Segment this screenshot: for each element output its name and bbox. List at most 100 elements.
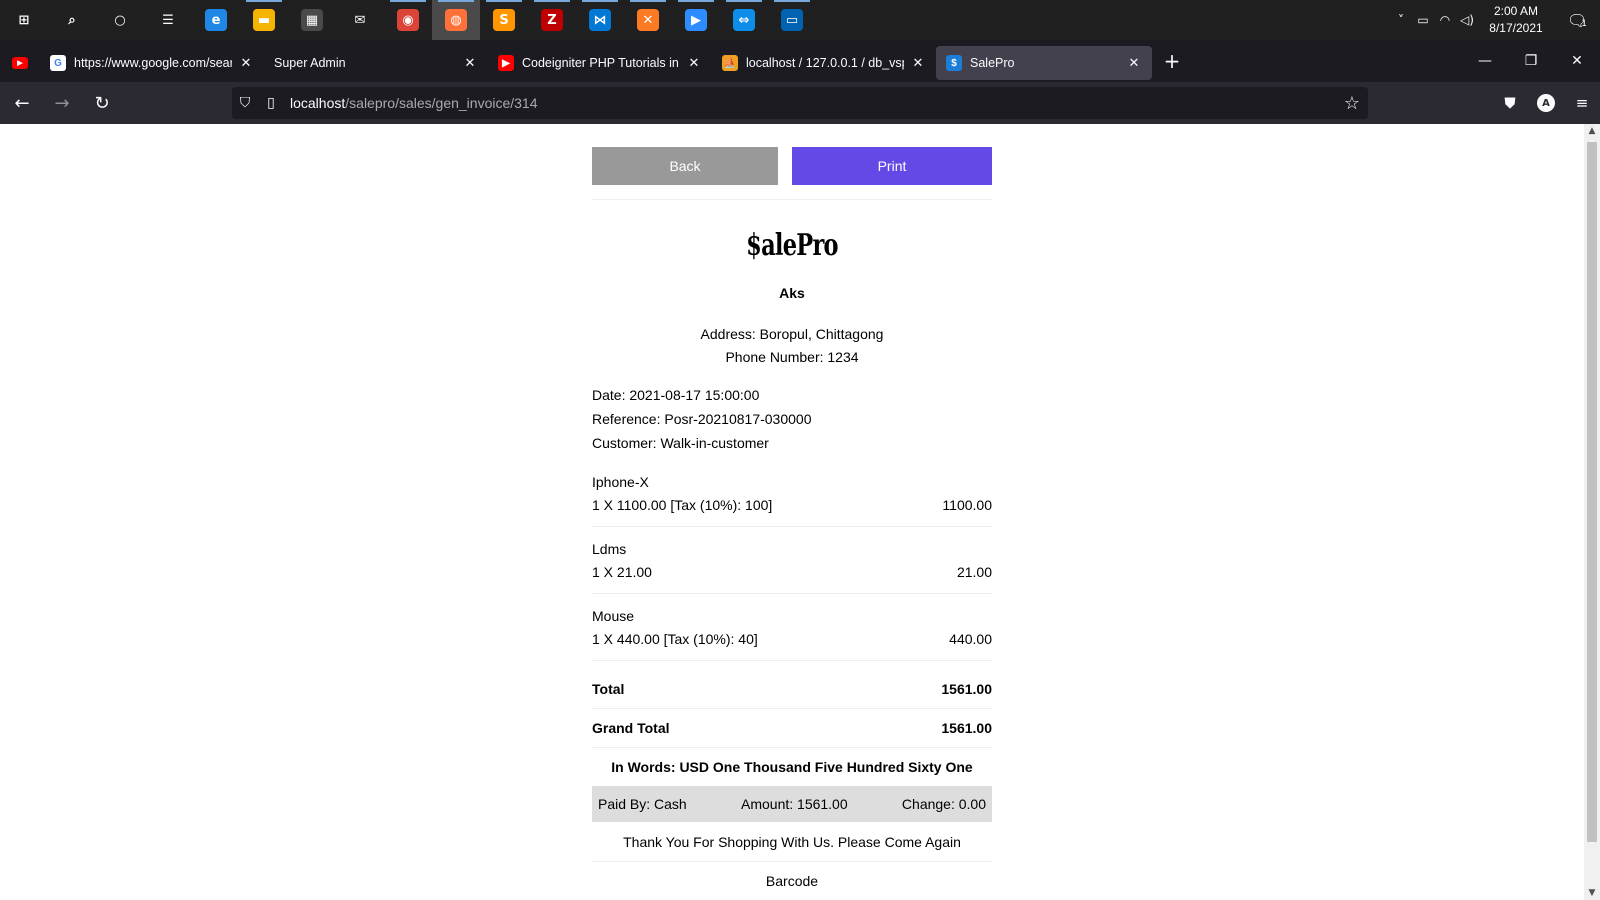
item-amount: 440.00 bbox=[949, 631, 992, 647]
tab-title: https://www.google.com/searc bbox=[74, 56, 232, 70]
url-host: localhost bbox=[290, 95, 346, 111]
taskbar-app-xampp[interactable]: ✕ bbox=[624, 0, 672, 40]
taskbar-app-teamviewer[interactable]: ⇔ bbox=[720, 0, 768, 40]
item-line: 1 X 1100.00 [Tax (10%): 100] 1100.00 bbox=[592, 493, 992, 517]
clock[interactable]: 2:00 AM 8/17/2021 bbox=[1478, 3, 1554, 37]
youtube-icon: ▶ bbox=[12, 57, 28, 69]
shop-contact: Address: Boropul, Chittagong Phone Numbe… bbox=[592, 323, 992, 369]
close-tab-icon[interactable]: ✕ bbox=[910, 56, 926, 71]
tab-5[interactable]: $ SalePro ✕ bbox=[936, 46, 1152, 80]
back-arrow-icon[interactable]: ← bbox=[4, 87, 40, 119]
taskbar-app-zoom[interactable]: ▶ bbox=[672, 0, 720, 40]
chrome-icon: ◉ bbox=[397, 9, 419, 31]
taskbar-app-mail[interactable]: ✉ bbox=[336, 0, 384, 40]
item-detail: 1 X 440.00 [Tax (10%): 40] bbox=[592, 631, 758, 647]
pocket-icon[interactable]: ⛊ bbox=[1492, 94, 1528, 112]
firefox-icon: ◍ bbox=[445, 9, 467, 31]
change-amount: Change: 0.00 bbox=[901, 796, 986, 812]
tab-4[interactable]: ⛵ localhost / 127.0.0.1 / db_vspos ✕ bbox=[712, 46, 936, 80]
taskbar-app-windows-start[interactable]: ⊞ bbox=[0, 0, 48, 40]
vertical-scrollbar[interactable]: ▲ ▼ bbox=[1584, 124, 1600, 900]
tab-title: Codeigniter PHP Tutorials in Ur bbox=[522, 56, 680, 70]
tab-3[interactable]: ▶ Codeigniter PHP Tutorials in Ur ✕ bbox=[488, 46, 712, 80]
tab-title: localhost / 127.0.0.1 / db_vspos bbox=[746, 56, 904, 70]
filezilla-icon: Z bbox=[541, 9, 563, 31]
url-text[interactable]: localhost/salepro/sales/gen_invoice/314 bbox=[290, 95, 538, 111]
teamviewer-icon: ⇔ bbox=[733, 9, 755, 31]
scrollbar-thumb[interactable] bbox=[1587, 142, 1597, 842]
chevron-up-icon[interactable]: ˅ bbox=[1390, 13, 1412, 27]
task-view-icon: ☰ bbox=[157, 9, 179, 31]
item-line: 1 X 21.00 21.00 bbox=[592, 560, 992, 584]
paid-by: Paid By: Cash bbox=[598, 796, 687, 812]
taskbar-app-store[interactable]: ▦ bbox=[288, 0, 336, 40]
grand-total-value: 1561.00 bbox=[941, 720, 992, 736]
volume-icon[interactable]: ◁) bbox=[1456, 13, 1478, 27]
line-item: Mouse 1 X 440.00 [Tax (10%): 40] 440.00 bbox=[592, 603, 992, 661]
restore-button[interactable]: ❐ bbox=[1508, 53, 1554, 69]
wifi-icon[interactable]: ◠ bbox=[1434, 13, 1456, 27]
sale-date: Date: 2021-08-17 15:00:00 bbox=[592, 387, 760, 403]
close-tab-icon[interactable]: ✕ bbox=[686, 56, 702, 71]
taskbar-app-filezilla[interactable]: Z bbox=[528, 0, 576, 40]
item-detail: 1 X 21.00 bbox=[592, 564, 652, 580]
print-button[interactable]: Print bbox=[792, 147, 992, 185]
back-button[interactable]: Back bbox=[592, 147, 778, 185]
scroll-down-arrow-icon[interactable]: ▼ bbox=[1584, 888, 1600, 898]
close-window-button[interactable]: ✕ bbox=[1554, 53, 1600, 69]
tab-list: Ghttps://www.google.com/searc ✕ Super Admi… bbox=[40, 42, 1152, 80]
item-name: Iphone-X bbox=[592, 474, 649, 490]
bookmark-star-icon[interactable]: ☆ bbox=[1344, 93, 1360, 114]
taskbar-app-sublime[interactable]: S bbox=[480, 0, 528, 40]
line-item: Iphone-X 1 X 1100.00 [Tax (10%): 100] 1100… bbox=[592, 469, 992, 527]
taskbar-app-vscode[interactable]: ⋈ bbox=[576, 0, 624, 40]
barcode-label: Barcode bbox=[765, 873, 819, 889]
taskbar-app-firefox[interactable]: ◍ bbox=[432, 0, 480, 40]
edge-icon: e bbox=[205, 9, 227, 31]
taskbar-app-cortana[interactable]: ○ bbox=[96, 0, 144, 40]
taskbar-app-edge[interactable]: e bbox=[192, 0, 240, 40]
reload-icon[interactable]: ↻ bbox=[84, 87, 120, 119]
battery-icon[interactable]: ▭ bbox=[1412, 13, 1434, 27]
page-content: Back Print $alePro Aks Address: Boropul,… bbox=[0, 124, 1584, 900]
sale-reference: Reference: Posr-20210817-030000 bbox=[592, 411, 812, 427]
app-window-icon: ▭ bbox=[781, 9, 803, 31]
item-line: 1 X 440.00 [Tax (10%): 40] 440.00 bbox=[592, 627, 992, 651]
close-tab-icon[interactable]: ✕ bbox=[1126, 56, 1142, 71]
vscode-icon: ⋈ bbox=[589, 9, 611, 31]
taskbar-app-task-view[interactable]: ☰ bbox=[144, 0, 192, 40]
account-avatar[interactable]: A bbox=[1537, 94, 1555, 112]
sale-customer: Customer: Walk-in-customer bbox=[592, 435, 769, 451]
taskbar-app-app-window[interactable]: ▭ bbox=[768, 0, 816, 40]
favicon-icon: ▶ bbox=[498, 55, 514, 71]
taskbar-app-chrome[interactable]: ◉ bbox=[384, 0, 432, 40]
tab-pinned-youtube[interactable]: ▶ bbox=[0, 46, 40, 80]
item-name: Mouse bbox=[592, 608, 635, 624]
new-tab-button[interactable]: + bbox=[1152, 49, 1192, 73]
taskbar-app-search[interactable]: ⌕ bbox=[48, 0, 96, 40]
windows-taskbar: ⊞ ⌕ ○ ☰ e ▬ ▦ ✉ ◉ ◍ S Z ⋈ ✕ ▶ ⇔ ▭ ˅ ▭ ◠ ◁) 2:00 AM 8/17/… bbox=[0, 0, 1600, 40]
close-tab-icon[interactable]: ✕ bbox=[238, 56, 254, 71]
tab-1[interactable]: Ghttps://www.google.com/searc ✕ bbox=[40, 46, 264, 80]
system-tray: ˅ ▭ ◠ ◁) 2:00 AM 8/17/2021 🗨 1 bbox=[1390, 0, 1600, 40]
page-icon[interactable]: ▯ bbox=[258, 95, 284, 111]
taskbar-app-file-explorer[interactable]: ▬ bbox=[240, 0, 288, 40]
amount-in-words: In Words: USD One Thousand Five Hundred … bbox=[611, 759, 973, 775]
shield-icon[interactable]: ⛉ bbox=[232, 95, 258, 111]
url-path: /salepro/sales/gen_invoice/314 bbox=[345, 95, 538, 111]
payment-row: Paid By: Cash Amount: 1561.00 Change: 0.… bbox=[592, 786, 992, 822]
toolbar-right: ⛊ A ≡ bbox=[1492, 82, 1600, 124]
close-tab-icon[interactable]: ✕ bbox=[462, 56, 478, 71]
item-amount: 21.00 bbox=[956, 564, 992, 580]
sublime-icon: S bbox=[493, 9, 515, 31]
forward-arrow-icon[interactable]: → bbox=[44, 87, 80, 119]
address-bar[interactable]: ⛉ ▯ localhost/salepro/sales/gen_invoice/… bbox=[232, 87, 1368, 119]
minimize-button[interactable]: — bbox=[1462, 53, 1508, 69]
item-name: Ldms bbox=[592, 541, 627, 557]
scroll-up-arrow-icon[interactable]: ▲ bbox=[1584, 126, 1600, 136]
notification-icon[interactable]: 🗨 1 bbox=[1554, 11, 1600, 30]
menu-icon[interactable]: ≡ bbox=[1564, 94, 1600, 112]
zoom-icon: ▶ bbox=[685, 9, 707, 31]
mail-icon: ✉ bbox=[349, 9, 371, 31]
tab-2[interactable]: Super Admin ✕ bbox=[264, 46, 488, 80]
